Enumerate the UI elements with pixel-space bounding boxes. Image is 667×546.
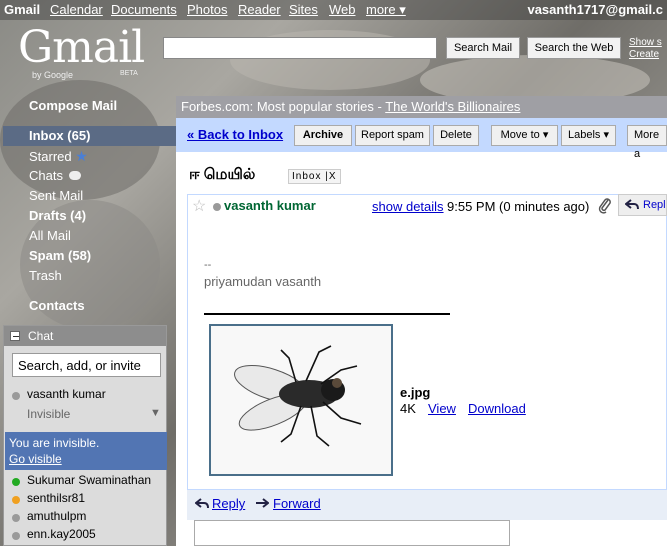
search-options-links[interactable]: Show s Create	[629, 37, 662, 61]
reply-link[interactable]: Reply	[212, 496, 245, 511]
status-dot-icon	[12, 532, 20, 540]
delete-button[interactable]: Delete	[433, 125, 479, 146]
nav-link-sites[interactable]: Sites	[289, 2, 318, 17]
sidebar-item-inbox[interactable]: Inbox (65)	[29, 128, 90, 143]
sidebar-item-label: Chats	[29, 168, 63, 183]
sidebar-item-chats[interactable]: Chats	[29, 168, 81, 183]
logo-word: Gmail	[18, 22, 145, 73]
sidebar-item-sent[interactable]: Sent Mail	[29, 188, 83, 203]
quick-reply-box[interactable]	[194, 520, 510, 546]
reply-icon	[195, 498, 209, 509]
inbox-label-tag: Inbox |X	[288, 169, 341, 184]
show-search-options-link[interactable]: Show s	[629, 37, 662, 49]
reply-icon	[625, 199, 639, 210]
labels-button[interactable]: Labels ▾	[561, 125, 616, 146]
web-clip-link[interactable]: The World's Billionaires	[385, 99, 520, 114]
sidebar-item-starred[interactable]: Starred ★	[29, 148, 88, 165]
signature-text: priyamudan vasanth	[204, 274, 322, 289]
sender-name[interactable]: vasanth kumar	[224, 198, 316, 213]
status-dot-icon	[12, 496, 20, 504]
chat-panel: Chat vasanth kumar Invisible ▼ You are i…	[3, 325, 167, 546]
message-subject: ஈ மெயில்	[189, 166, 256, 183]
star-icon[interactable]: ☆	[192, 196, 206, 216]
web-clip-source: Forbes.com: Most popular stories -	[181, 99, 386, 114]
search-input[interactable]	[163, 37, 437, 59]
go-visible-link[interactable]: Go visible	[9, 451, 163, 467]
account-email[interactable]: vasanth1717@gmail.c	[527, 2, 663, 17]
logo-by-google: by Google	[32, 70, 74, 80]
nav-link-documents[interactable]: Documents	[111, 2, 177, 17]
nav-link-web[interactable]: Web	[329, 2, 356, 17]
invisible-message: You are invisible.	[9, 436, 100, 450]
forward-link[interactable]: Forward	[273, 496, 321, 511]
nav-link-calendar[interactable]: Calendar	[50, 2, 103, 17]
status-dot-icon	[12, 392, 20, 400]
chat-search-input[interactable]	[12, 353, 161, 377]
invisible-notice: You are invisible. Go visible	[5, 432, 167, 470]
chevron-down-icon[interactable]: ▼	[150, 407, 161, 419]
sidebar-item-all-mail[interactable]: All Mail	[29, 228, 71, 243]
chat-contact[interactable]: enn.kay2005	[27, 527, 96, 541]
label-text: Inbox	[292, 171, 322, 182]
sidebar-item-spam[interactable]: Spam (58)	[29, 248, 91, 263]
download-attachment-link[interactable]: Download	[468, 401, 526, 416]
show-details-link[interactable]: show details	[372, 199, 444, 214]
chat-bubble-icon	[68, 171, 81, 180]
status-dot-icon	[213, 203, 221, 211]
star-icon: ★	[75, 148, 88, 164]
back-to-inbox-link[interactable]: « Back to Inbox	[187, 127, 283, 142]
nav-link-more[interactable]: more ▾	[366, 2, 406, 18]
remove-label-button[interactable]: X	[329, 171, 337, 182]
search-web-button[interactable]: Search the Web	[527, 37, 621, 59]
signature-separator: --	[204, 259, 212, 271]
fly-image	[211, 326, 391, 474]
chat-header[interactable]: Chat	[4, 326, 166, 346]
attachment-size: 4K	[400, 401, 416, 416]
message-toolbar: « Back to Inbox Archive Report spam Dele…	[176, 118, 667, 160]
gmail-logo[interactable]: Gmail by Google BETA	[18, 24, 148, 82]
chat-self-name: vasanth kumar	[27, 387, 106, 401]
more-actions-button[interactable]: More a	[627, 125, 667, 160]
top-navigation-bar: Gmail Calendar Documents Photos Reader S…	[0, 0, 667, 20]
contacts-link[interactable]: Contacts	[29, 298, 85, 313]
paperclip-icon	[598, 198, 611, 214]
status-dot-icon	[12, 514, 20, 522]
chat-status-select[interactable]: Invisible	[27, 407, 70, 421]
attachment-filename: e.jpg	[400, 385, 431, 400]
view-attachment-link[interactable]: View	[428, 401, 456, 416]
chat-contact[interactable]: senthilsr81	[27, 491, 85, 505]
chat-contact[interactable]: amuthulpm	[27, 509, 86, 523]
create-filter-link[interactable]: Create	[629, 49, 662, 61]
compose-mail-link[interactable]: Compose Mail	[29, 98, 117, 113]
forward-icon	[256, 498, 269, 508]
search-mail-button[interactable]: Search Mail	[446, 37, 520, 59]
attachment-divider	[204, 313, 450, 315]
web-clip-banner: Forbes.com: Most popular stories - The W…	[176, 96, 667, 118]
sidebar-item-label: Starred	[29, 149, 72, 164]
reply-label: Repl	[643, 199, 666, 211]
app-name: Gmail	[4, 2, 41, 17]
chat-contact[interactable]: Sukumar Swaminathan	[27, 473, 151, 487]
status-dot-icon	[12, 478, 20, 486]
move-to-button[interactable]: Move to ▾	[491, 125, 558, 146]
attachment-thumbnail[interactable]	[209, 324, 393, 476]
reply-button-top[interactable]: Repl	[618, 194, 667, 216]
chat-title: Chat	[28, 329, 54, 343]
logo-beta: BETA	[120, 70, 138, 77]
message-timestamp: 9:55 PM (0 minutes ago)	[447, 199, 590, 214]
minimize-icon[interactable]	[10, 331, 20, 341]
archive-button[interactable]: Archive	[294, 125, 352, 146]
report-spam-button[interactable]: Report spam	[355, 125, 430, 146]
nav-link-photos[interactable]: Photos	[187, 2, 227, 17]
sidebar-item-trash[interactable]: Trash	[29, 268, 62, 283]
nav-link-reader[interactable]: Reader	[238, 2, 281, 17]
sidebar-item-drafts[interactable]: Drafts (4)	[29, 208, 86, 223]
